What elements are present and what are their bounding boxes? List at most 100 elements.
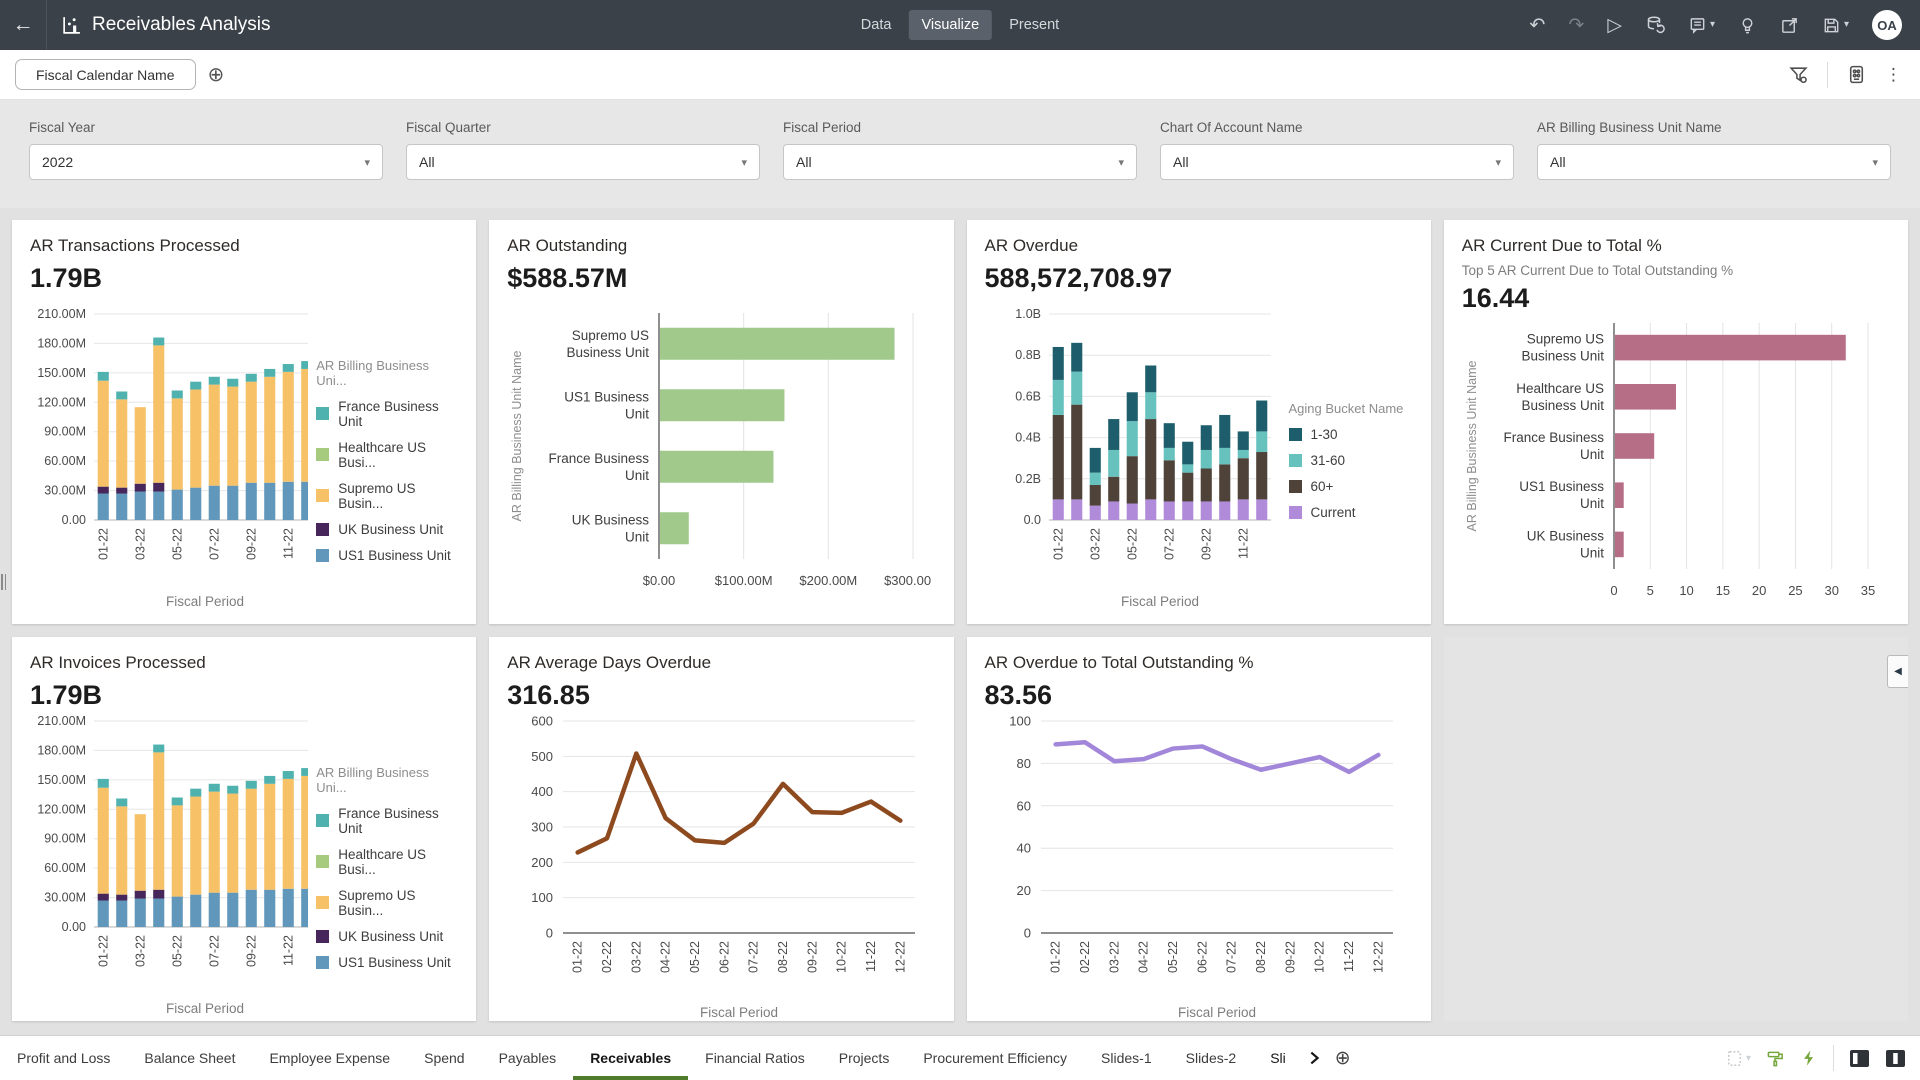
bar-segment[interactable] [1237,431,1248,450]
bar-segment[interactable] [1052,415,1063,499]
bar[interactable] [1615,433,1654,459]
bar-segment[interactable] [1126,456,1137,503]
canvas-settings-button[interactable] [1846,64,1867,85]
fiscal-calendar-chip[interactable]: Fiscal Calendar Name [15,59,196,90]
bar-segment[interactable] [264,369,275,377]
bar-segment[interactable] [98,779,109,788]
fiscal-period-select[interactable]: All▾ [783,144,1137,180]
bar-segment[interactable] [116,895,127,901]
bar-segment[interactable] [1108,477,1119,502]
bar-segment[interactable] [1089,448,1100,473]
scroll-tabs-button[interactable] [1305,1049,1323,1067]
bar-segment[interactable] [1089,506,1100,520]
bar-segment[interactable] [283,482,294,520]
bar-segment[interactable] [153,899,164,927]
bar-segment[interactable] [153,492,164,520]
bar-segment[interactable] [116,798,127,806]
insights-button[interactable] [1738,16,1757,35]
bar[interactable] [1615,335,1846,361]
bar-segment[interactable] [227,387,238,486]
bar-segment[interactable] [1237,458,1248,499]
legend-item[interactable]: Current [1289,505,1404,520]
tab-procurement-efficiency[interactable]: Procurement Efficiency [906,1036,1084,1080]
bar-segment[interactable] [1200,425,1211,450]
card-ar-invoices-processed[interactable]: AR Invoices Processed 1.79B 210.00M180.0… [12,637,476,1021]
tab-slides-3-truncated[interactable]: Sli [1253,1036,1303,1080]
bar-segment[interactable] [283,364,294,372]
legend-item[interactable]: Healthcare US Busi... [316,440,458,470]
refresh-data-button[interactable] [1645,15,1665,35]
bar-segment[interactable] [209,893,220,927]
bar-segment[interactable] [1219,464,1230,501]
tab-spend[interactable]: Spend [407,1036,481,1080]
bar-segment[interactable] [1256,431,1267,452]
legend-item[interactable]: UK Business Unit [316,522,458,537]
bar-segment[interactable] [301,361,308,369]
bar-segment[interactable] [116,806,127,894]
bar-segment[interactable] [283,779,294,889]
undo-button[interactable]: ↶ [1529,16,1545,35]
tab-balance-sheet[interactable]: Balance Sheet [127,1036,252,1080]
bar-segment[interactable] [190,895,201,927]
bar[interactable] [1615,384,1676,410]
bar-segment[interactable] [1071,372,1082,405]
bar-segment[interactable] [246,374,257,382]
tab-financial-ratios[interactable]: Financial Ratios [688,1036,822,1080]
bar-segment[interactable] [135,814,146,891]
bar-segment[interactable] [301,889,308,927]
bar-segment[interactable] [1089,473,1100,485]
card-ar-overdue-to-total-outstanding[interactable]: AR Overdue to Total Outstanding % 83.56 … [967,637,1431,1021]
bar-segment[interactable] [1052,499,1063,520]
bar-segment[interactable] [1108,501,1119,520]
user-avatar[interactable]: OA [1872,10,1902,40]
bar-segment[interactable] [1219,448,1230,464]
bar-segment[interactable] [209,784,220,792]
bar-segment[interactable] [301,776,308,889]
bar-segment[interactable] [1108,419,1119,450]
bar[interactable] [1615,532,1624,558]
resize-handle[interactable] [0,573,7,591]
bar-segment[interactable] [301,768,308,776]
bar-segment[interactable] [1052,380,1063,415]
bar-segment[interactable] [1071,499,1082,520]
bar-segment[interactable] [98,894,109,901]
bar-segment[interactable] [98,381,109,487]
bar-segment[interactable] [1126,392,1137,421]
bar-segment[interactable] [1126,421,1137,456]
bar-segment[interactable] [153,338,164,346]
bar-segment[interactable] [1182,442,1193,465]
bar-segment[interactable] [1219,501,1230,520]
bar-segment[interactable] [172,897,183,927]
tab-projects[interactable]: Projects [822,1036,907,1080]
bar-segment[interactable] [264,784,275,890]
legend-item[interactable]: Healthcare US Busi... [316,847,458,877]
bar-segment[interactable] [135,407,146,484]
bar[interactable] [660,389,784,421]
save-button[interactable]: ▾ [1822,16,1849,35]
bar-segment[interactable] [98,788,109,894]
bar-segment[interactable] [1145,366,1156,393]
bar-segment[interactable] [1256,401,1267,432]
bar-segment[interactable] [153,345,164,482]
legend-item[interactable]: Supremo US Busin... [316,481,458,511]
bar[interactable] [660,512,689,544]
tab-visualize[interactable]: Visualize [908,10,992,40]
bar-segment[interactable] [190,488,201,520]
card-ar-overdue[interactable]: AR Overdue 588,572,708.97 1.0B0.8B0.6B0.… [967,220,1431,624]
back-button[interactable]: ← [0,0,46,50]
export-button[interactable] [1780,16,1799,35]
notes-button[interactable]: ▾ [1688,16,1715,35]
chart-of-account-select[interactable]: All▾ [1160,144,1514,180]
bar-segment[interactable] [1145,419,1156,499]
fiscal-quarter-select[interactable]: All▾ [406,144,760,180]
legend-item[interactable]: US1 Business Unit [316,955,458,970]
bar-segment[interactable] [116,901,127,927]
add-canvas-button[interactable]: ⊕ [1335,1047,1351,1070]
bar-segment[interactable] [1200,450,1211,469]
bar-segment[interactable] [1145,392,1156,419]
bar-segment[interactable] [1182,473,1193,502]
panel-layout-center-button[interactable] [1885,1049,1906,1068]
bar-segment[interactable] [1163,423,1174,448]
bar-segment[interactable] [1256,452,1267,499]
line-series[interactable] [578,754,901,853]
